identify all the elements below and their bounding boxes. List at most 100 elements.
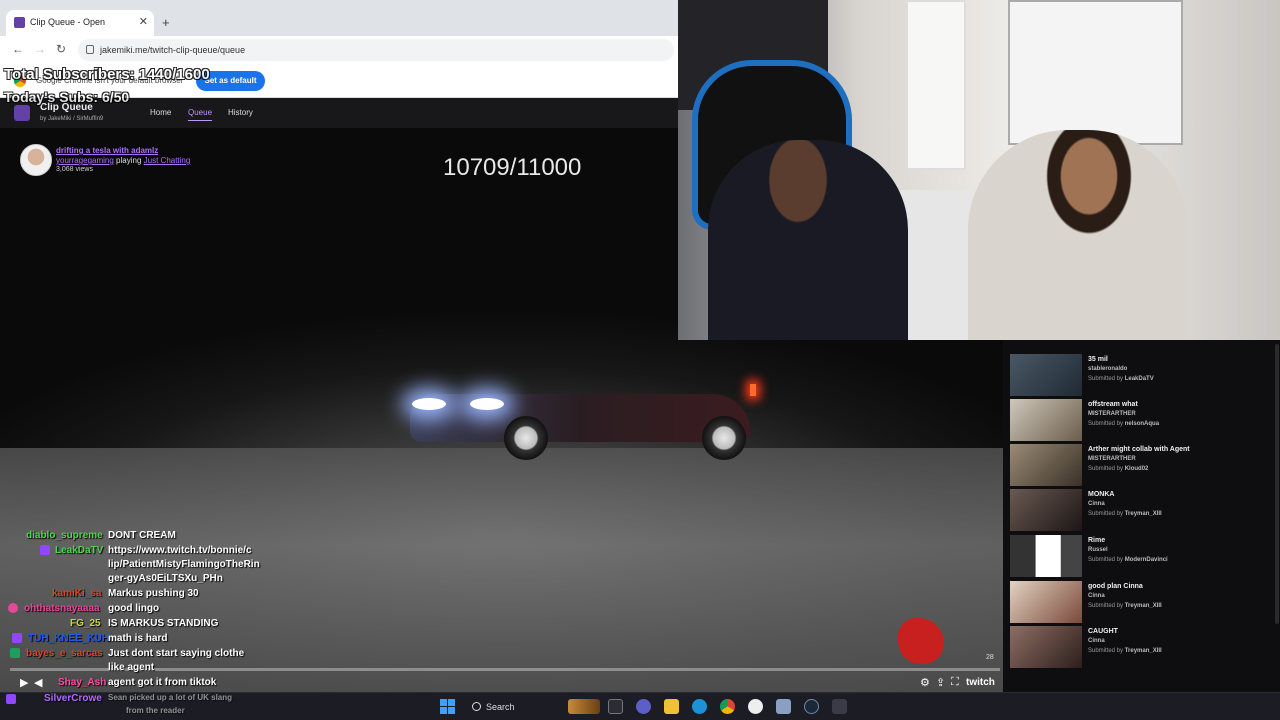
- chat-message: good lingo: [108, 603, 160, 614]
- edge-browser-icon[interactable]: [692, 699, 707, 714]
- clip-meta: yourragegaming playing Just Chatting: [56, 156, 190, 165]
- close-icon[interactable]: ✕: [139, 15, 148, 28]
- chat-message: ger-gyAs0EiLTSXu_PHn: [108, 573, 223, 584]
- chat-username: bayes_e_sarcas: [26, 648, 103, 659]
- queue-item[interactable]: CAUGHT Cinna Submitted by Treyman_XIII: [1010, 626, 1280, 670]
- clip-channel-link[interactable]: yourragegaming: [56, 156, 114, 165]
- clip-views: 3,068 views: [56, 166, 93, 173]
- settings-icon[interactable]: [776, 699, 791, 714]
- queue-item-title: good plan Cinna: [1088, 583, 1143, 590]
- subscriber-badge-icon: [40, 545, 50, 555]
- fullscreen-icon[interactable]: ⛶: [951, 676, 959, 689]
- chat-username: TUH_KNEE_KUH: [28, 633, 110, 644]
- site-info-icon[interactable]: [86, 45, 94, 54]
- settings-gear-icon[interactable]: ⚙: [920, 676, 930, 689]
- browser-window: Clip Queue - Open ✕ + ← → ↻ jakemiki.me/…: [0, 0, 678, 100]
- queue-item[interactable]: good plan Cinna Cinna Submitted by Treym…: [1010, 581, 1280, 625]
- webcam-whiteboard: [1008, 0, 1183, 145]
- queue-item[interactable]: MONKA Cinna Submitted by Treyman_XIII: [1010, 489, 1280, 533]
- queue-thumbnail: [1010, 581, 1082, 623]
- chat-app-icon[interactable]: [636, 699, 651, 714]
- queue-item[interactable]: Arther might collab with Agent MISTERART…: [1010, 444, 1280, 488]
- playing-label: playing: [116, 156, 142, 165]
- queue-item-channel: MISTERARTHER: [1088, 411, 1136, 417]
- queue-thumbnail: [1010, 354, 1082, 396]
- badge-icon: [12, 633, 22, 643]
- queue-item-title: Arther might collab with Agent: [1088, 446, 1190, 453]
- queue-thumbnail: [1010, 489, 1082, 531]
- chat-overlay: diablo_supreme DONT CREAM LeakDaTV https…: [0, 516, 300, 720]
- twitch-favicon-icon: [14, 17, 25, 28]
- queue-item-submitter: Submitted by Treyman_XIII: [1088, 603, 1162, 609]
- reload-icon[interactable]: ↻: [56, 42, 66, 56]
- car-taillight: [750, 384, 756, 396]
- chat-message: Sean picked up a lot of UK slang: [108, 693, 233, 702]
- clip-channel-avatar[interactable]: [20, 144, 52, 176]
- queue-item-submitter: Submitted by Treyman_XIII: [1088, 648, 1162, 654]
- forward-icon[interactable]: →: [34, 42, 46, 56]
- queue-item-channel: Cinna: [1088, 593, 1105, 599]
- car-headlight: [412, 398, 446, 410]
- file-explorer-icon[interactable]: [664, 699, 679, 714]
- queue-item-submitter: Submitted by Treyman_XIII: [1088, 511, 1162, 517]
- badge-icon: [8, 603, 18, 613]
- search-highlight-icon[interactable]: [568, 699, 600, 714]
- search-label: Search: [486, 702, 515, 712]
- taskbar-search[interactable]: Search: [468, 697, 568, 717]
- tab-clip-queue[interactable]: Clip Queue - Open ✕: [6, 10, 154, 36]
- chat-message: DONT CREAM: [108, 530, 176, 541]
- guest-person: [968, 130, 1188, 340]
- car-wheel: [702, 416, 746, 460]
- queue-item-submitter: Submitted by Kloud02: [1088, 466, 1149, 472]
- clip-title-link[interactable]: drifting a tesla with adamlz: [56, 146, 158, 155]
- car-headlight: [470, 398, 504, 410]
- queue-item-submitter: Submitted by ModernDavinci: [1088, 557, 1168, 563]
- chat-message: IS MARKUS STANDING: [108, 618, 219, 629]
- tab-strip: Clip Queue - Open ✕ +: [0, 0, 678, 36]
- app-byline: by JakeMiki / SirMuffin9: [40, 116, 104, 122]
- chat-message: math is hard: [108, 633, 168, 644]
- viewer-count: 28: [986, 654, 994, 661]
- chat-message: Markus pushing 30: [108, 588, 199, 599]
- badge-icon: [6, 694, 16, 704]
- chat-username: FG_25: [70, 618, 101, 629]
- queue-item[interactable]: Rime Russel Submitted by ModernDavinci: [1010, 535, 1280, 579]
- queue-item-submitter: Submitted by nelsonAqua: [1088, 421, 1160, 427]
- clip-game-link[interactable]: Just Chatting: [144, 156, 191, 165]
- windows-start-icon[interactable]: [440, 699, 455, 714]
- chat-username: kamiKi_sa: [52, 588, 102, 599]
- task-view-icon[interactable]: [608, 699, 623, 714]
- back-icon[interactable]: ←: [12, 42, 24, 56]
- car-wheel: [504, 416, 548, 460]
- steam-icon[interactable]: [804, 699, 819, 714]
- badge-icon: [10, 648, 20, 658]
- screen: Clip Queue - Open ✕ + ← → ↻ jakemiki.me/…: [0, 0, 1280, 720]
- new-tab-icon[interactable]: +: [162, 15, 170, 30]
- queue-item-channel: Russel: [1088, 547, 1108, 553]
- twitch-logo[interactable]: twitch: [966, 677, 995, 688]
- queue-thumbnail: [1010, 535, 1082, 577]
- queue-item-channel: MISTERARTHER: [1088, 456, 1136, 462]
- nav-queue[interactable]: Queue: [188, 108, 213, 121]
- nav-history[interactable]: History: [228, 108, 253, 117]
- queue-item[interactable]: offstream what MISTERARTHER Submitted by…: [1010, 399, 1280, 443]
- app-icon[interactable]: [832, 699, 847, 714]
- search-icon: [472, 702, 481, 711]
- queue-item-channel: Cinna: [1088, 501, 1105, 507]
- chrome-taskbar-icon[interactable]: [720, 699, 735, 714]
- address-bar[interactable]: jakemiki.me/twitch-clip-queue/queue: [78, 39, 674, 61]
- chat-message: Just dont start saying clothe: [108, 648, 245, 659]
- chat-message: agent got it from tiktok: [108, 677, 217, 688]
- chat-message: https://www.twitch.tv/bonnie/c: [108, 545, 252, 556]
- nav-home[interactable]: Home: [150, 108, 171, 117]
- queue-item-title: CAUGHT: [1088, 628, 1118, 635]
- chat-username: LeakDaTV: [55, 545, 104, 556]
- queue-item-channel: Cinna: [1088, 638, 1105, 644]
- webcam-feed: [678, 0, 1280, 340]
- queue-item[interactable]: 35 mil stableronaldo Submitted by LeakDa…: [1010, 354, 1280, 398]
- subathon-counter: 10709/11000: [443, 154, 582, 181]
- obs-icon[interactable]: [748, 699, 763, 714]
- queue-item-title: 35 mil: [1088, 356, 1108, 363]
- clip-queue-logo-icon: [14, 105, 30, 121]
- share-icon[interactable]: ⇪: [936, 676, 945, 689]
